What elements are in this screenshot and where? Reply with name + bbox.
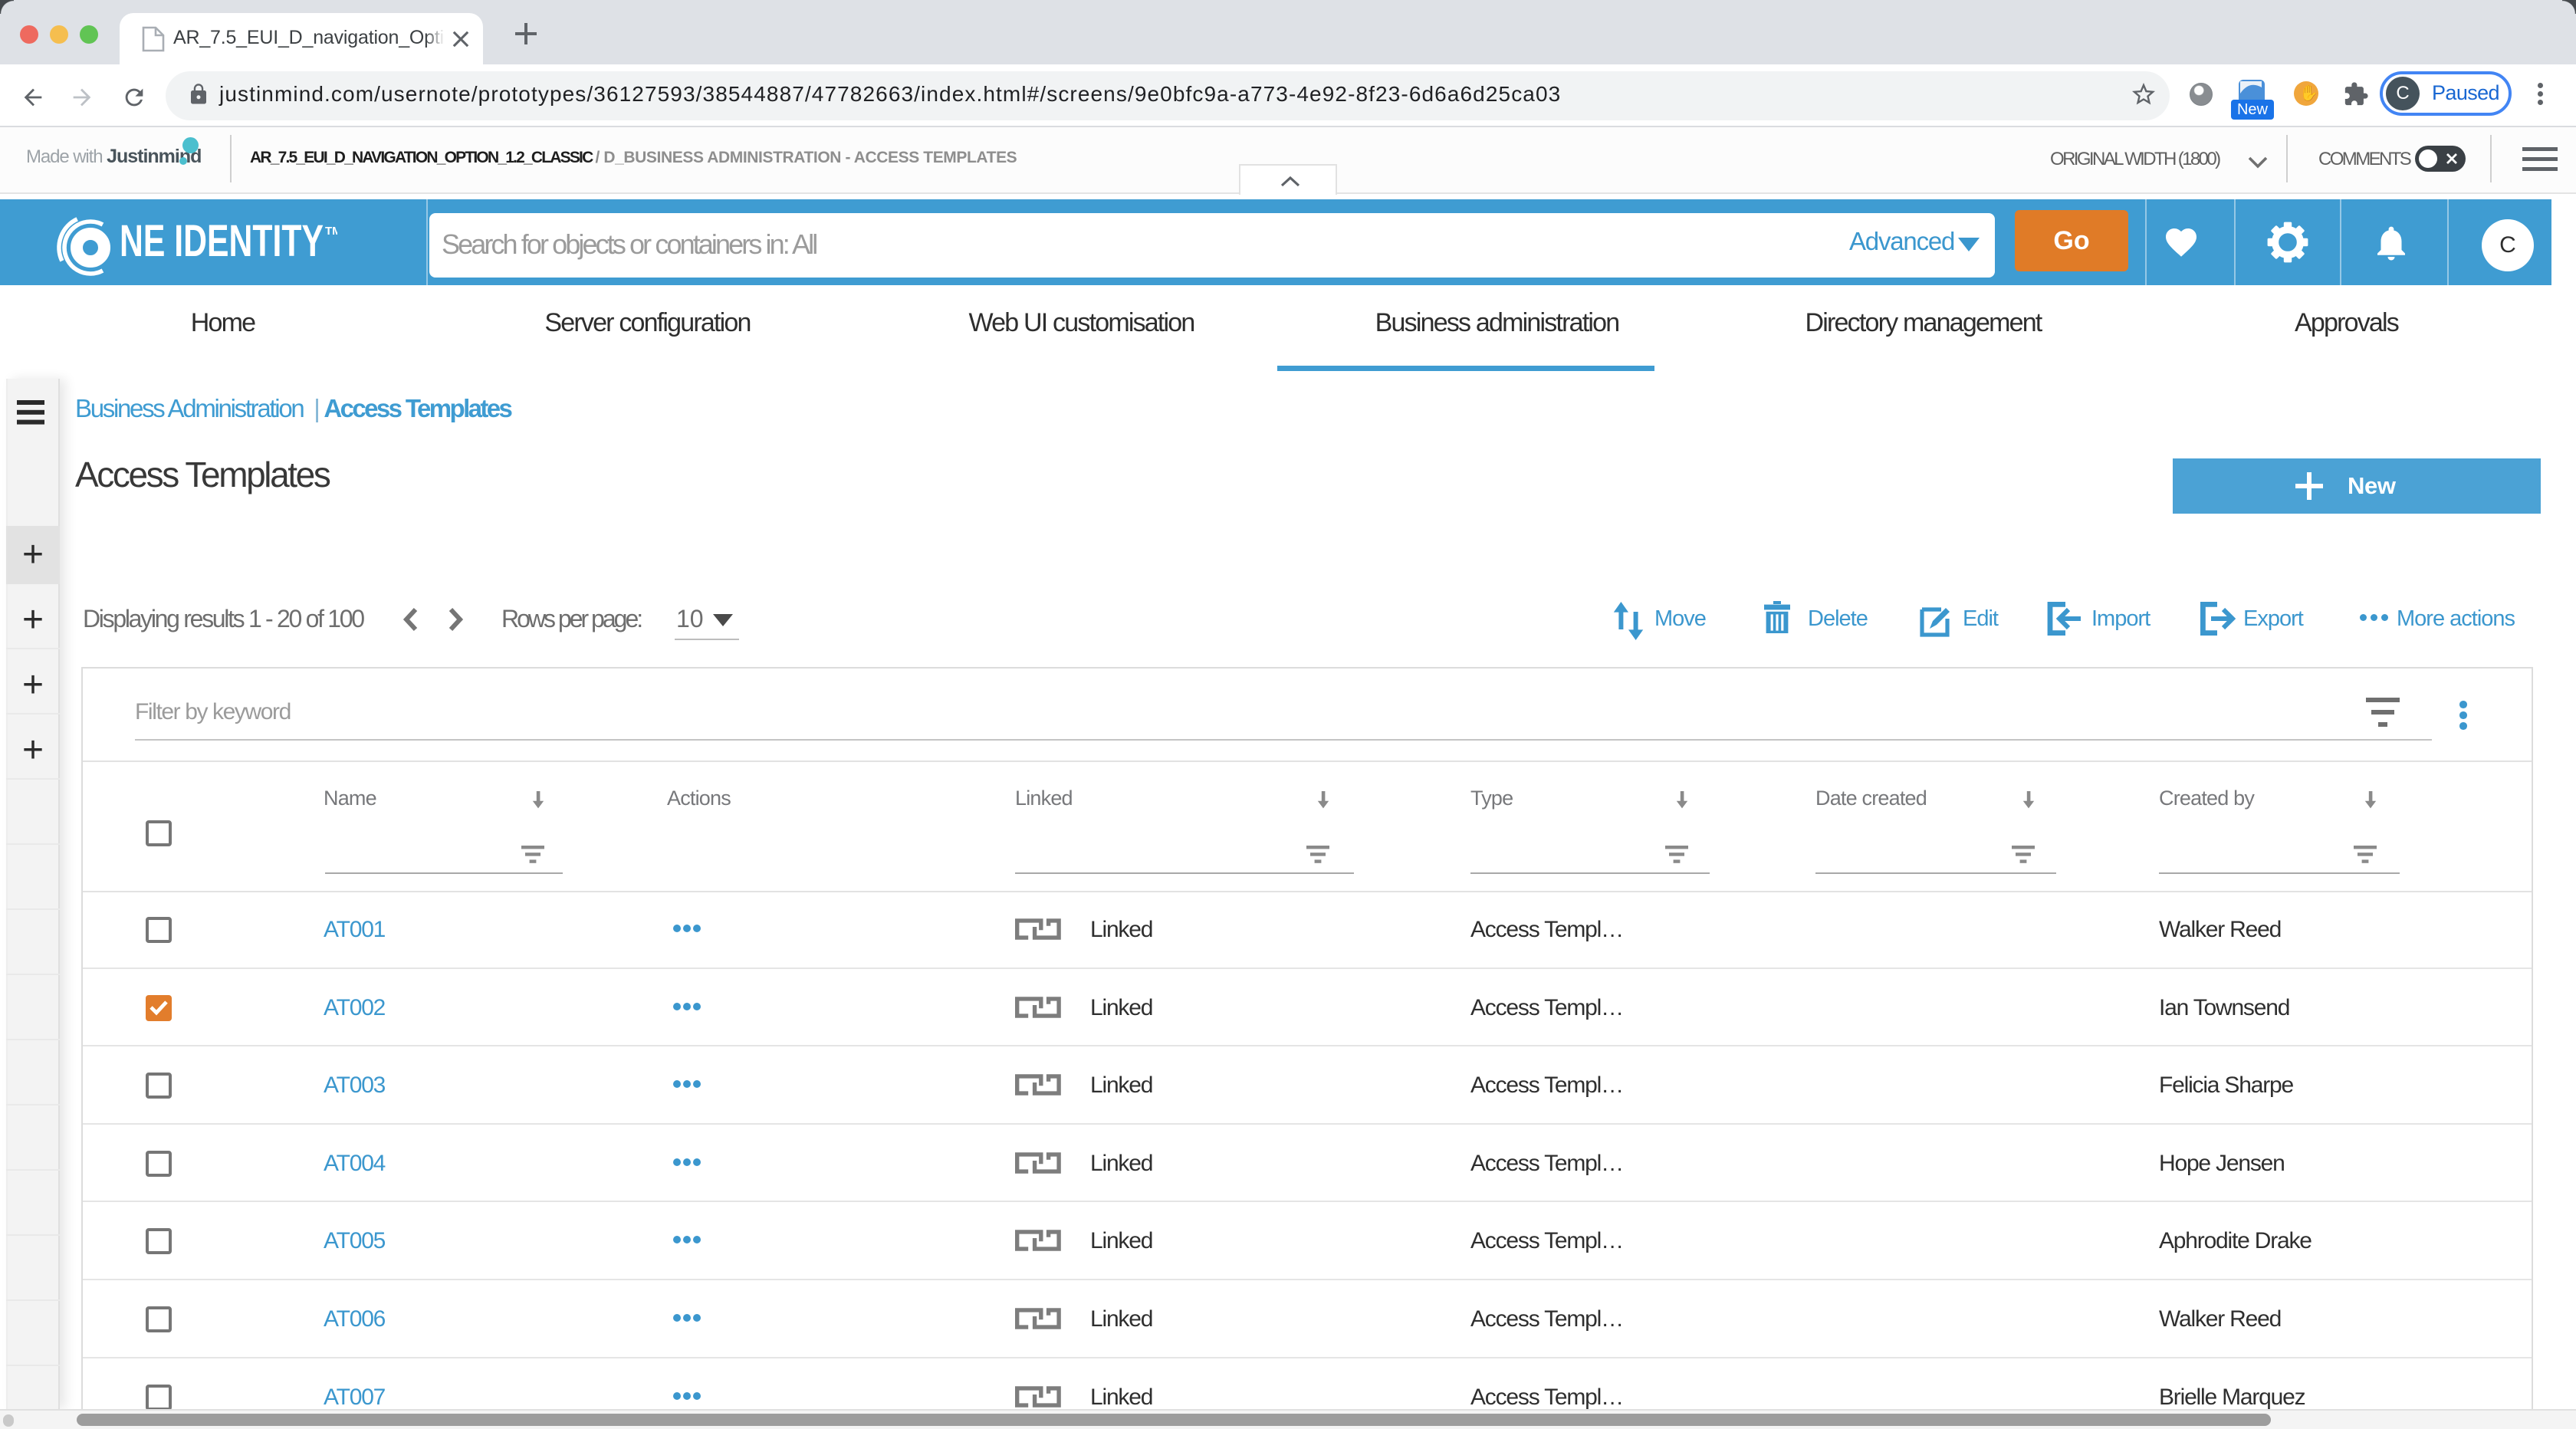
svg-text:NE IDENTITY: NE IDENTITY [120,216,324,266]
svg-text:TM: TM [325,225,337,238]
